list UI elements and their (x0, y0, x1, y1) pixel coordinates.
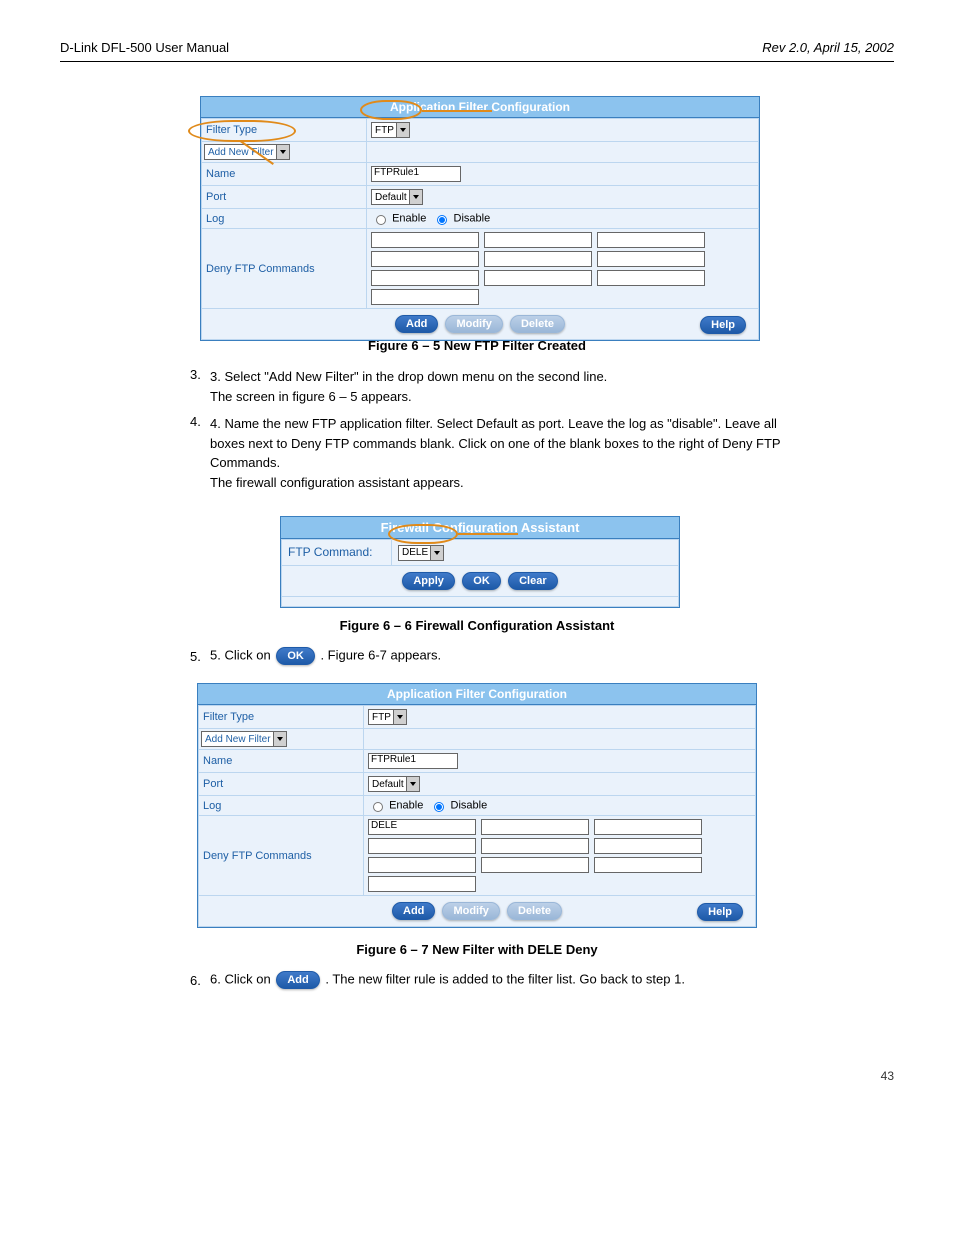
header-right: Rev 2.0, April 15, 2002 (762, 40, 894, 55)
ftp-command-value: DELE (402, 547, 428, 558)
enable-text: Enable (389, 799, 423, 811)
fig3-title: Application Filter Configuration (198, 684, 756, 705)
label-name: Name (199, 750, 364, 773)
deny-cmd-grid: DELE (368, 819, 751, 892)
label-filter-type: Filter Type (199, 706, 364, 729)
delete-button[interactable]: Delete (510, 315, 565, 333)
help-button[interactable]: Help (697, 903, 743, 921)
delete-button[interactable]: Delete (507, 902, 562, 920)
cmd-input[interactable] (594, 857, 702, 873)
header-left: D-Link DFL-500 User Manual (60, 40, 229, 55)
step6-pre: 6. Click on (210, 971, 274, 986)
label-log: Log (199, 796, 364, 816)
fig2-caption: Figure 6 – 6 Firewall Configuration Assi… (60, 618, 894, 633)
label-deny: Deny FTP Commands (202, 229, 367, 309)
cmd-input[interactable] (371, 232, 479, 248)
fig2-title: Firewall Configuration Assistant (281, 517, 679, 539)
cmd-input[interactable] (368, 857, 476, 873)
clear-button[interactable]: Clear (508, 572, 558, 590)
step5-post: . Figure 6-7 appears. (320, 647, 441, 662)
label-name: Name (202, 163, 367, 186)
cmd-input[interactable] (481, 838, 589, 854)
log-disable-radio[interactable] (434, 802, 444, 812)
port-value: Default (375, 192, 407, 203)
modify-button[interactable]: Modify (445, 315, 502, 333)
ok-button[interactable]: OK (462, 572, 501, 590)
name-input[interactable]: FTPRule1 (368, 753, 458, 769)
ftp-command-select[interactable]: DELE (398, 545, 444, 561)
chevron-down-icon (409, 190, 422, 204)
label-port: Port (199, 773, 364, 796)
filter-type-value: FTP (372, 712, 391, 723)
filter-list-value: Add New Filter (205, 734, 271, 745)
cmd-input[interactable] (484, 270, 592, 286)
add-inline-button[interactable]: Add (276, 971, 319, 989)
name-input[interactable]: FTPRule1 (371, 166, 461, 182)
filter-type-select[interactable]: FTP (371, 122, 410, 138)
port-select[interactable]: Default (371, 189, 423, 205)
cmd-input[interactable] (481, 819, 589, 835)
add-button[interactable]: Add (395, 315, 438, 333)
fig2-panel: Firewall Configuration Assistant FTP Com… (280, 516, 680, 608)
cmd-input[interactable] (594, 838, 702, 854)
chevron-down-icon (396, 123, 409, 137)
ftp-command-label: FTP Command: (282, 540, 392, 566)
cmd-input[interactable] (368, 838, 476, 854)
log-enable-radio[interactable] (376, 215, 386, 225)
fig3-caption: Figure 6 – 7 New Filter with DELE Deny (60, 942, 894, 957)
log-disable-radio[interactable] (437, 215, 447, 225)
cmd-input[interactable] (484, 232, 592, 248)
help-button[interactable]: Help (700, 316, 746, 334)
step4-text2: The firewall configuration assistant app… (210, 475, 464, 490)
disable-text: Disable (451, 799, 488, 811)
filter-list-value: Add New Filter (208, 147, 274, 158)
label-log: Log (202, 209, 367, 229)
step6-post: . The new filter rule is added to the fi… (325, 971, 685, 986)
chevron-down-icon (393, 710, 406, 724)
fig3-panel: Application Filter Configuration Filter … (197, 683, 757, 928)
cmd-input[interactable] (368, 876, 476, 892)
filter-list-select[interactable]: Add New Filter (204, 144, 290, 160)
annotation-label: Select DELE (522, 527, 584, 539)
chevron-down-icon (276, 145, 289, 159)
disable-text: Disable (454, 212, 491, 224)
page-number: 43 (881, 1069, 894, 1083)
chevron-down-icon (430, 546, 443, 560)
label-port: Port (202, 186, 367, 209)
cmd-input[interactable] (481, 857, 589, 873)
step3-text: 3. Select "Add New Filter" in the drop d… (210, 369, 607, 384)
cmd-input[interactable] (597, 251, 705, 267)
port-select[interactable]: Default (368, 776, 420, 792)
cmd-input[interactable] (484, 251, 592, 267)
annotation-label: Select FTP (496, 104, 550, 116)
deny-cmd-grid (371, 232, 754, 305)
fig1-title: Application Filter Configuration (201, 97, 759, 118)
step3-text2: The screen in figure 6 – 5 appears. (210, 389, 412, 404)
filter-type-value: FTP (375, 125, 394, 136)
cmd-input[interactable] (594, 819, 702, 835)
cmd-input[interactable] (597, 232, 705, 248)
filter-list-select[interactable]: Add New Filter (201, 731, 287, 747)
cmd-input[interactable] (371, 289, 479, 305)
chevron-down-icon (273, 732, 286, 746)
chevron-down-icon (406, 777, 419, 791)
add-button[interactable]: Add (392, 902, 435, 920)
fig1-panel: Application Filter Configuration Filter … (200, 96, 760, 341)
cmd-input[interactable] (371, 251, 479, 267)
cmd-input[interactable] (597, 270, 705, 286)
cmd-input[interactable]: DELE (368, 819, 476, 835)
cmd-input[interactable] (371, 270, 479, 286)
label-filter-type: Filter Type (202, 119, 367, 142)
step5-pre: 5. Click on (210, 647, 274, 662)
label-deny: Deny FTP Commands (199, 816, 364, 896)
ok-inline-button[interactable]: OK (276, 647, 315, 665)
apply-button[interactable]: Apply (402, 572, 455, 590)
enable-text: Enable (392, 212, 426, 224)
filter-type-select[interactable]: FTP (368, 709, 407, 725)
port-value: Default (372, 779, 404, 790)
log-enable-radio[interactable] (373, 802, 383, 812)
step4-text: 4. Name the new FTP application filter. … (210, 416, 780, 470)
modify-button[interactable]: Modify (442, 902, 499, 920)
